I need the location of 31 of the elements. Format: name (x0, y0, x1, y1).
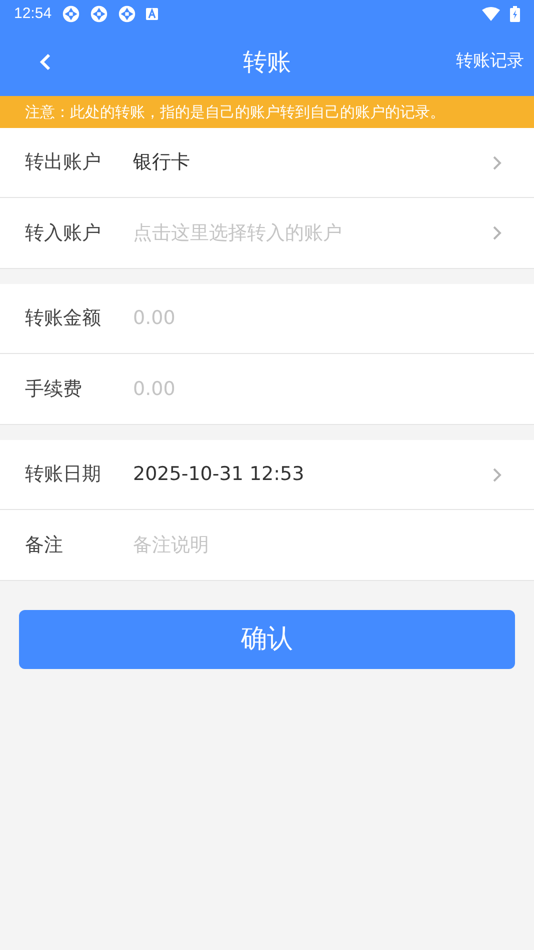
field-placeholder: 0.00 (133, 378, 176, 400)
select-row[interactable]: 转账日期 2025-10-31 12:53 (0, 440, 534, 510)
chevron-right-icon (492, 466, 502, 482)
app-notification-icon (118, 5, 136, 23)
input-field[interactable]: 备注 备注说明 (0, 510, 534, 580)
chevron-left-icon (39, 53, 51, 71)
chevron-right-icon (492, 154, 502, 170)
field-placeholder: 备注说明 (133, 534, 209, 556)
field-label: 手续费 (25, 376, 83, 402)
battery-charging-icon (510, 6, 520, 22)
field-label: 转账金额 (25, 306, 102, 332)
app-notification-icon (90, 5, 108, 23)
field-placeholder: 点击这里选择转入的账户 (133, 222, 342, 244)
keyboard-notification-icon (146, 8, 158, 20)
input-field[interactable]: 转账金额 0.00 (0, 284, 534, 354)
field-value: 银行卡 (133, 151, 190, 174)
wifi-icon (482, 7, 500, 21)
select-row[interactable]: 转出账户 银行卡 (0, 128, 534, 198)
chevron-right-icon (492, 225, 502, 241)
field-label: 转入账户 (25, 220, 102, 246)
field-label: 转出账户 (25, 150, 102, 176)
field-label: 转账日期 (25, 462, 102, 488)
field-label: 备注 (25, 532, 64, 558)
input-field[interactable]: 手续费 0.00 (0, 354, 534, 424)
status-time: 12:54 (14, 4, 52, 24)
page-title: 转账 (243, 47, 291, 78)
notice-banner: 注意：此处的转账，指的是自己的账户转到自己的账户的记录。 (0, 96, 534, 128)
app-notification-icon (62, 5, 80, 23)
field-placeholder: 0.00 (133, 307, 176, 330)
select-row[interactable]: 转入账户 点击这里选择转入的账户 (0, 198, 534, 268)
field-value: 2025-10-31 12:53 (133, 463, 304, 486)
